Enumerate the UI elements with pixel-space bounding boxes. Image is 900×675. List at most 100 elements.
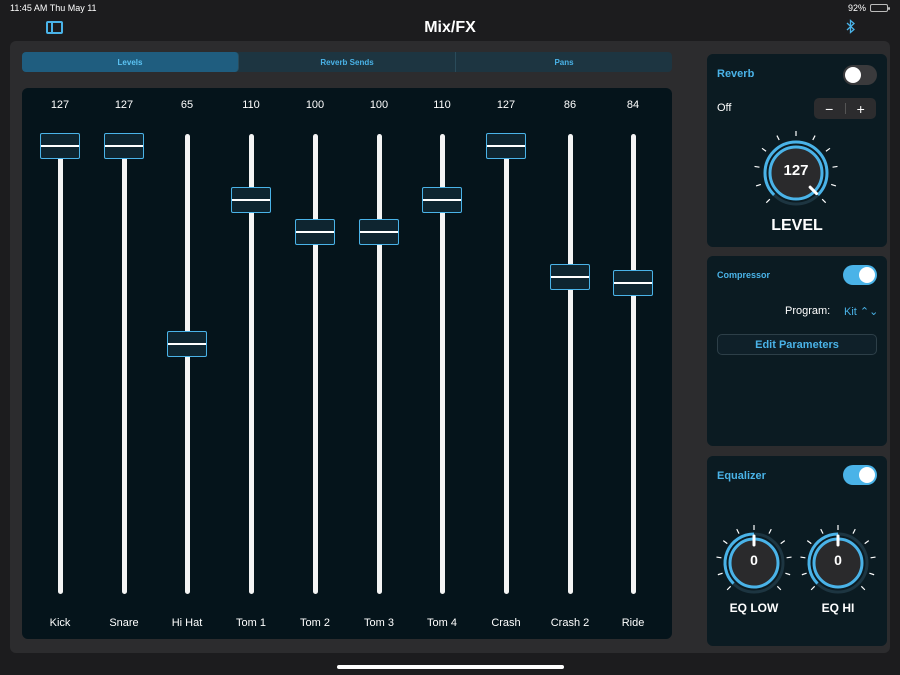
channel-value: 127 (496, 99, 516, 111)
channel-value: 86 (563, 99, 577, 111)
channel-snare: 127 Snare (92, 88, 156, 639)
knob-tick (869, 572, 875, 576)
battery-percent: 92% (847, 3, 866, 13)
tab-pans[interactable]: Pans (456, 52, 672, 72)
knob-tick (717, 572, 723, 576)
channel-name: Tom 1 (236, 617, 266, 629)
knob-tick (821, 198, 827, 204)
compressor-toggle[interactable] (843, 265, 877, 285)
knob-tick (736, 528, 740, 534)
reverb-state-label: Off (717, 102, 732, 114)
knob-tick (801, 572, 807, 576)
equalizer-title: Equalizer (717, 470, 766, 482)
reverb-level-label: LEVEL (771, 217, 823, 234)
eq-hi-label: EQ HI (821, 601, 855, 615)
channel-tom-2: 100 Tom 2 (283, 88, 347, 639)
reverb-stepper: − + (814, 98, 876, 119)
fader-track[interactable] (312, 134, 318, 594)
edit-parameters-button[interactable]: Edit Parameters (717, 334, 877, 355)
compressor-panel: Compressor Program: Kit ⌃⌄ Edit Paramete… (707, 256, 887, 446)
knob-tick (852, 528, 856, 534)
title-bar: Mix/FX (0, 16, 900, 40)
fader-track[interactable] (630, 134, 636, 594)
channel-value: 100 (369, 99, 389, 111)
fader-handle[interactable] (359, 219, 399, 246)
channel-name: Ride (621, 617, 645, 629)
knob-tick (754, 165, 760, 168)
channel-value: 127 (114, 99, 134, 111)
channel-value: 110 (433, 99, 451, 111)
equalizer-panel: Equalizer 0 EQ LOW 0 EQ HI (707, 456, 887, 646)
fader-track[interactable] (121, 134, 127, 594)
eq-low-value: 0 (750, 552, 758, 568)
channel-value: 127 (50, 99, 70, 111)
knob-tick (776, 585, 782, 591)
knob-tick (810, 585, 816, 591)
channel-tom-3: 100 Tom 3 (347, 88, 411, 639)
toggle-knob (859, 467, 875, 483)
knob-tick (768, 528, 772, 534)
program-label: Program: (785, 305, 831, 317)
home-indicator (337, 665, 564, 669)
channel-value: 65 (180, 99, 194, 111)
knob-tick (860, 585, 866, 591)
knob-tick (726, 585, 732, 591)
reverb-title: Reverb (717, 68, 755, 80)
program-select[interactable]: Kit ⌃⌄ (844, 305, 878, 318)
fader-handle[interactable] (40, 133, 80, 159)
channel-tom-1: 110 Tom 1 (219, 88, 283, 639)
fader-handle[interactable] (231, 187, 271, 214)
fader-handle[interactable] (550, 263, 590, 290)
knob-tick (755, 183, 761, 187)
channel-crash-2: 86 Crash 2 (538, 88, 602, 639)
channel-name: Crash (491, 617, 521, 629)
tab-reverb-sends[interactable]: Reverb Sends (239, 52, 456, 72)
battery-indicator: 92% (847, 3, 890, 13)
fader-track[interactable] (57, 134, 63, 594)
fader-handle[interactable] (422, 187, 462, 214)
knob-tick (785, 572, 791, 576)
channel-hi-hat: 65 Hi Hat (155, 88, 219, 639)
channel-tom-4: 110 Tom 4 (410, 88, 474, 639)
knob-tick (765, 198, 771, 204)
fader-track[interactable] (567, 134, 573, 594)
increment-button[interactable]: + (846, 98, 877, 119)
decrement-button[interactable]: − (814, 98, 845, 119)
channel-name: Snare (109, 617, 139, 629)
knob-tick (831, 183, 837, 187)
channel-value: 110 (242, 99, 260, 111)
fader-handle[interactable] (295, 219, 335, 246)
page-title: Mix/FX (424, 19, 476, 36)
fader-handle[interactable] (613, 270, 653, 297)
channel-value: 100 (305, 99, 325, 111)
fader-handle[interactable] (486, 133, 526, 159)
eq-hi-value: 0 (834, 552, 842, 568)
knob-tick (870, 556, 876, 559)
mixer-panel: 127 Kick 127 Snare 65 Hi Hat 110 Tom 1 100 Tom 21… (22, 88, 672, 639)
channel-name: Tom 2 (300, 617, 330, 629)
knob-tick (761, 147, 767, 152)
fader-handle[interactable] (104, 133, 144, 159)
compressor-title: Compressor (717, 270, 771, 280)
knob-tick (806, 540, 812, 545)
fader-track[interactable] (376, 134, 382, 594)
status-bar: 11:45 AM Thu May 11 92% (0, 0, 900, 16)
knob-tick (786, 556, 792, 559)
fader-track[interactable] (503, 134, 509, 594)
toggle-knob (845, 67, 861, 83)
bluetooth-icon[interactable] (846, 19, 856, 34)
knob-tick (780, 540, 786, 545)
knob-tick (716, 556, 722, 559)
status-time-date: 11:45 AM Thu May 11 (10, 3, 97, 13)
knob-tick (776, 135, 780, 141)
equalizer-toggle[interactable] (843, 465, 877, 485)
knob-tick (722, 540, 728, 545)
segmented-tabs: Levels Reverb Sends Pans (22, 52, 672, 72)
tab-levels[interactable]: Levels (22, 52, 239, 72)
knob-tick (800, 556, 806, 559)
knob-tick (812, 135, 816, 141)
channel-name: Kick (49, 617, 71, 629)
fader-track[interactable] (184, 134, 190, 594)
reverb-toggle[interactable] (843, 65, 877, 85)
fader-handle[interactable] (167, 330, 207, 357)
